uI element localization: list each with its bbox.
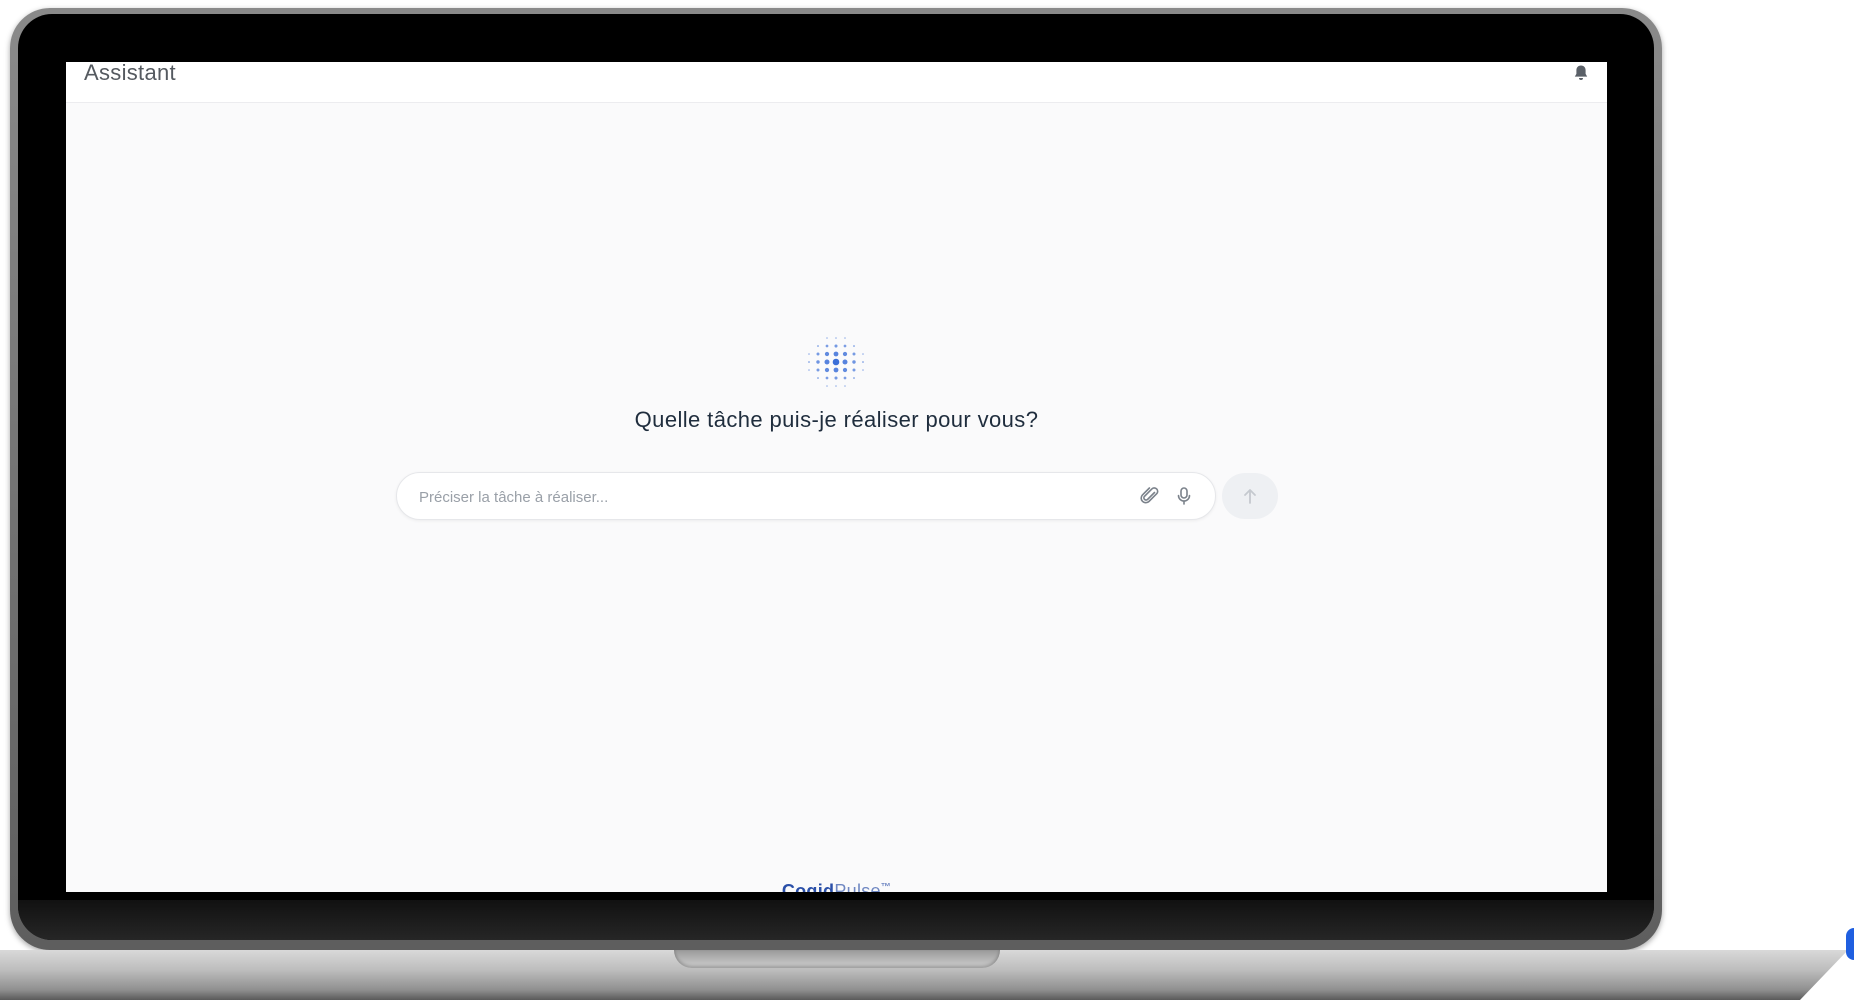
logo-dot — [844, 337, 846, 339]
logo-dot — [842, 359, 848, 365]
paperclip-icon[interactable] — [1139, 485, 1161, 507]
logo-dot — [852, 368, 856, 372]
logo-dot — [862, 361, 864, 363]
logo-dot — [824, 367, 830, 373]
logo-dot — [824, 351, 830, 357]
logo-dot — [862, 369, 864, 371]
bezel-bottom — [18, 900, 1654, 940]
logo-dot — [853, 345, 855, 347]
task-input[interactable] — [417, 485, 1121, 509]
logo-dot — [835, 385, 837, 387]
logo-dot — [852, 352, 856, 356]
logo-dot — [817, 377, 819, 379]
brand-light: Pulse — [834, 881, 881, 892]
logo-dot — [852, 360, 856, 364]
arrow-up-icon — [1244, 489, 1256, 504]
logo-dot — [808, 353, 810, 355]
logo-dot — [832, 358, 840, 366]
logo-dot — [833, 367, 839, 373]
logo-dot — [826, 337, 828, 339]
logo-dot — [816, 360, 820, 364]
logo-dot — [833, 351, 839, 357]
laptop-hinge — [674, 950, 1000, 968]
logo-dot — [817, 345, 819, 347]
input-pill — [396, 472, 1216, 520]
logo-dot — [826, 385, 828, 387]
logo-dot — [808, 361, 810, 363]
app-title: Assistant — [84, 62, 176, 85]
logo-dot — [825, 344, 829, 348]
logo-dot — [824, 359, 830, 365]
logo-dot — [834, 376, 838, 380]
logo-dot — [862, 353, 864, 355]
task-input-bar — [396, 472, 1278, 520]
dot-grid-logo-icon — [808, 337, 864, 387]
send-button[interactable] — [1222, 473, 1278, 519]
logo-dot — [816, 368, 820, 372]
logo-dot — [842, 351, 848, 357]
microphone-icon[interactable] — [1173, 485, 1195, 507]
logo-dot — [835, 337, 837, 339]
side-indicator — [1846, 928, 1854, 960]
logo-dot — [808, 369, 810, 371]
logo-dot — [834, 344, 838, 348]
footer-brand: CogidPulse™ — [66, 881, 1607, 892]
logo-dot — [843, 376, 847, 380]
logo-dot — [816, 352, 820, 356]
brand-bold: Cogid — [781, 881, 835, 892]
laptop-mockup: Assistant Quelle tâche puis-je réaliser … — [0, 0, 1854, 1006]
logo-dot — [844, 385, 846, 387]
logo-dot — [843, 344, 847, 348]
logo-dot — [842, 367, 848, 373]
brand-trademark: ™ — [880, 882, 892, 892]
logo-dot — [825, 376, 829, 380]
app-screen: Assistant Quelle tâche puis-je réaliser … — [66, 62, 1607, 892]
bell-icon[interactable] — [1573, 64, 1589, 82]
logo-dot — [853, 377, 855, 379]
top-bar: Assistant — [66, 62, 1607, 103]
prompt-heading: Quelle tâche puis-je réaliser pour vous? — [634, 407, 1039, 432]
